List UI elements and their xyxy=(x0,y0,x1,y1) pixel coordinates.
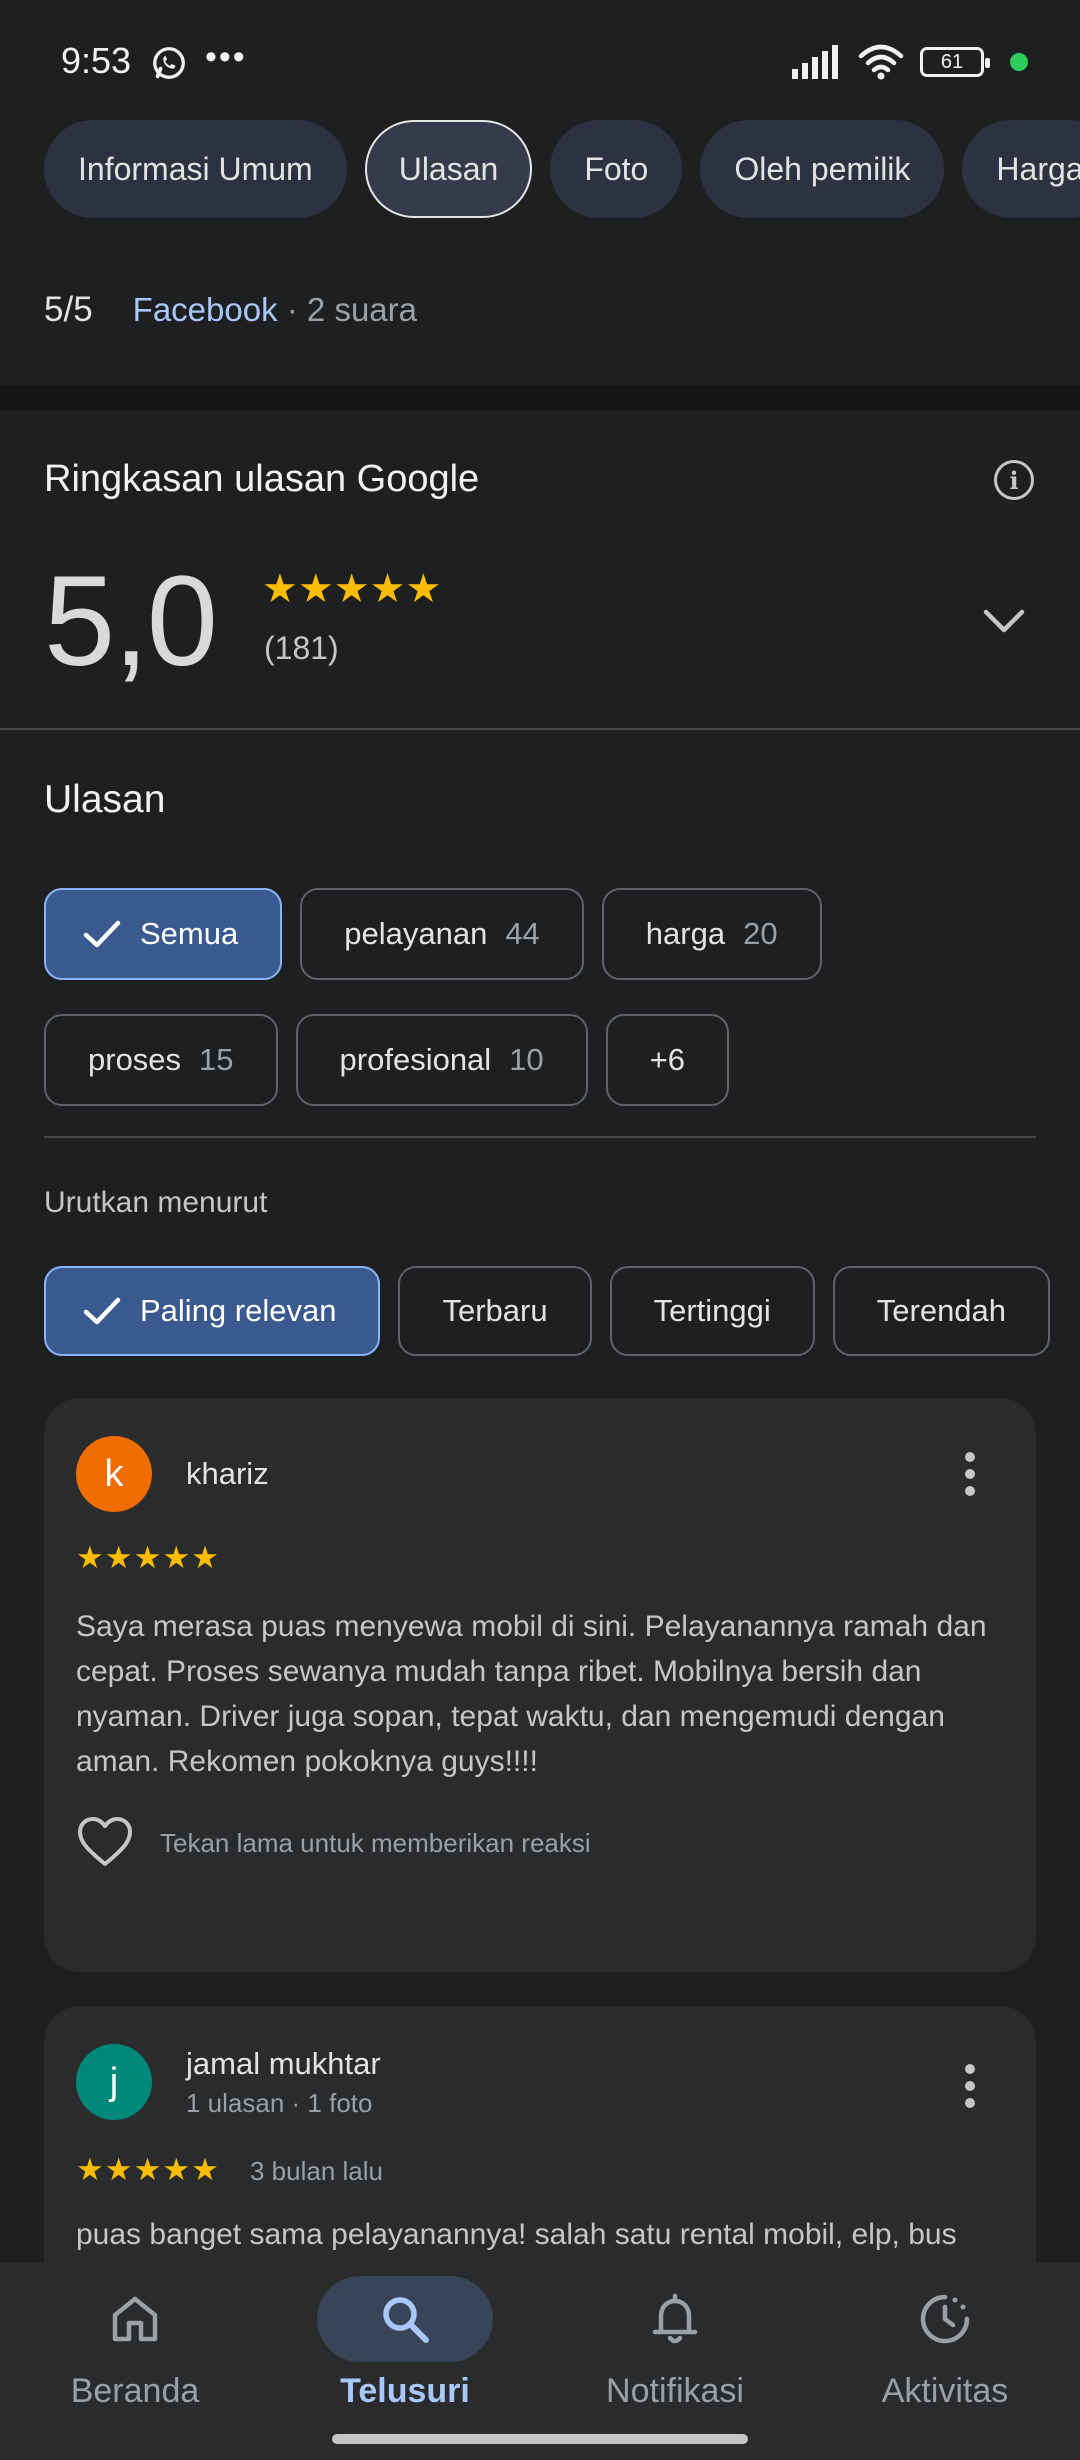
tab-oleh-pemilik[interactable]: Oleh pemilik xyxy=(700,120,945,218)
nav-beranda[interactable]: Beranda xyxy=(0,2262,270,2460)
signal-icon xyxy=(792,45,838,79)
topic-chip-label: proses xyxy=(88,1042,182,1077)
tab-ulasan[interactable]: Ulasan xyxy=(364,120,533,218)
sort-chip-label: Terbaru xyxy=(442,1293,548,1328)
sort-chip-label: Tertinggi xyxy=(653,1293,771,1328)
reviewer-name[interactable]: khariz xyxy=(186,1456,269,1492)
sort-chip-terendah[interactable]: Terendah xyxy=(832,1266,1051,1356)
reviewer-meta: 1 ulasan · 1 foto xyxy=(186,2088,373,2118)
gesture-bar[interactable] xyxy=(332,2434,748,2444)
reviews-title: Ulasan xyxy=(44,778,166,821)
more-notifications-icon: ••• xyxy=(205,38,247,76)
sort-chips-row: Paling relevan Terbaru Tertinggi Terenda… xyxy=(44,1266,1051,1356)
nav-label: Beranda xyxy=(70,2372,200,2410)
topic-chip-count: 10 xyxy=(509,1042,544,1077)
topic-chip-more[interactable]: +6 xyxy=(605,1014,730,1106)
bell-icon xyxy=(652,2293,698,2344)
reviewer-name[interactable]: jamal mukhtar xyxy=(186,2046,381,2082)
reaction-hint: Tekan lama untuk memberikan reaksi xyxy=(160,1828,591,1858)
review-stars: ★★★★★ xyxy=(76,2152,220,2187)
topic-chip-label: Semua xyxy=(140,916,239,951)
facebook-link[interactable]: Facebook xyxy=(133,291,278,328)
sort-label: Urutkan menurut xyxy=(44,1186,268,1219)
review-text: puas banget sama pelayanannya! salah sat… xyxy=(76,2218,957,2251)
nav-notifikasi[interactable]: Notifikasi xyxy=(540,2262,810,2460)
more-options-icon[interactable] xyxy=(950,1444,990,1504)
avatar[interactable]: j xyxy=(76,2044,152,2120)
status-time: 9:53 xyxy=(61,40,132,81)
topic-chip-pelayanan[interactable]: pelayanan 44 xyxy=(300,888,584,980)
heart-icon[interactable] xyxy=(76,1816,134,1868)
average-stars: ★★★★★ xyxy=(262,567,442,611)
review-count: (181) xyxy=(264,630,339,666)
review-stars: ★★★★★ xyxy=(76,1540,220,1575)
privacy-indicator-dot xyxy=(1010,53,1028,71)
tab-informasi-umum[interactable]: Informasi Umum xyxy=(44,120,347,218)
chevron-down-icon[interactable] xyxy=(976,600,1032,640)
topic-chip-label: harga xyxy=(645,916,726,951)
check-icon xyxy=(83,1297,121,1325)
nav-label: Telusuri xyxy=(340,2372,470,2410)
bell-icon-wrap xyxy=(587,2276,763,2362)
review-time: 3 bulan lalu xyxy=(250,2156,383,2186)
status-icons: 61 xyxy=(792,44,1028,80)
sort-chip-label: Paling relevan xyxy=(140,1293,337,1328)
topic-chips-row-2: proses 15 profesional 10 +6 xyxy=(44,1014,730,1106)
divider xyxy=(0,728,1080,730)
sort-chip-label: Terendah xyxy=(876,1293,1007,1328)
summary-title: Ringkasan ulasan Google xyxy=(44,458,480,500)
nav-label: Notifikasi xyxy=(606,2372,744,2410)
battery-indicator: 61 xyxy=(920,47,990,77)
external-rating-row: 5/5 Facebook · 2 suara xyxy=(44,290,417,330)
nav-label: Aktivitas xyxy=(881,2372,1009,2410)
avatar[interactable]: k xyxy=(76,1436,152,1512)
topic-chips-row-1: Semua pelayanan 44 harga 20 xyxy=(44,888,822,980)
search-icon-wrap xyxy=(317,2276,493,2362)
topic-chip-semua[interactable]: Semua xyxy=(44,888,283,980)
external-rating-votes: · 2 suara xyxy=(277,291,417,328)
topic-chip-label: +6 xyxy=(649,1042,686,1077)
check-icon xyxy=(83,920,121,948)
topic-chip-proses[interactable]: proses 15 xyxy=(44,1014,278,1106)
topic-chip-count: 44 xyxy=(505,916,540,951)
wifi-icon xyxy=(858,44,904,80)
info-icon[interactable]: i xyxy=(994,460,1034,500)
sort-chip-paling-relevan[interactable]: Paling relevan xyxy=(44,1266,381,1356)
activity-icon-wrap xyxy=(857,2276,1033,2362)
topic-chip-profesional[interactable]: profesional 10 xyxy=(295,1014,588,1106)
topic-chip-label: pelayanan xyxy=(344,916,488,951)
sort-chip-terbaru[interactable]: Terbaru xyxy=(398,1266,592,1356)
external-rating-score: 5/5 xyxy=(44,290,93,329)
review-card: k khariz ★★★★★ Saya merasa puas menyewa … xyxy=(44,1398,1036,1972)
average-rating: 5,0 xyxy=(44,550,218,693)
tab-harga[interactable]: Harga xyxy=(962,120,1080,218)
bottom-navigation: Beranda Telusuri Notifikasi Aktivitas xyxy=(0,2262,1080,2460)
sort-chip-tertinggi[interactable]: Tertinggi xyxy=(609,1266,815,1356)
tab-foto[interactable]: Foto xyxy=(550,120,683,218)
review-text: Saya merasa puas menyewa mobil di sini. … xyxy=(76,1610,987,1778)
topic-chip-count: 15 xyxy=(199,1042,234,1077)
home-icon-wrap xyxy=(47,2276,223,2362)
topic-chip-label: profesional xyxy=(339,1042,492,1077)
topic-chip-count: 20 xyxy=(743,916,778,951)
home-icon xyxy=(112,2296,158,2342)
search-icon xyxy=(383,2297,429,2343)
topic-chip-harga[interactable]: harga 20 xyxy=(601,888,822,980)
nav-telusuri[interactable]: Telusuri xyxy=(270,2262,540,2460)
whatsapp-icon xyxy=(153,47,185,79)
divider xyxy=(44,1136,1036,1138)
section-tabs: Informasi Umum Ulasan Foto Oleh pemilik … xyxy=(44,120,1080,218)
activity-icon xyxy=(920,2294,970,2344)
nav-aktivitas[interactable]: Aktivitas xyxy=(810,2262,1080,2460)
section-divider xyxy=(0,385,1080,411)
more-options-icon[interactable] xyxy=(950,2056,990,2116)
